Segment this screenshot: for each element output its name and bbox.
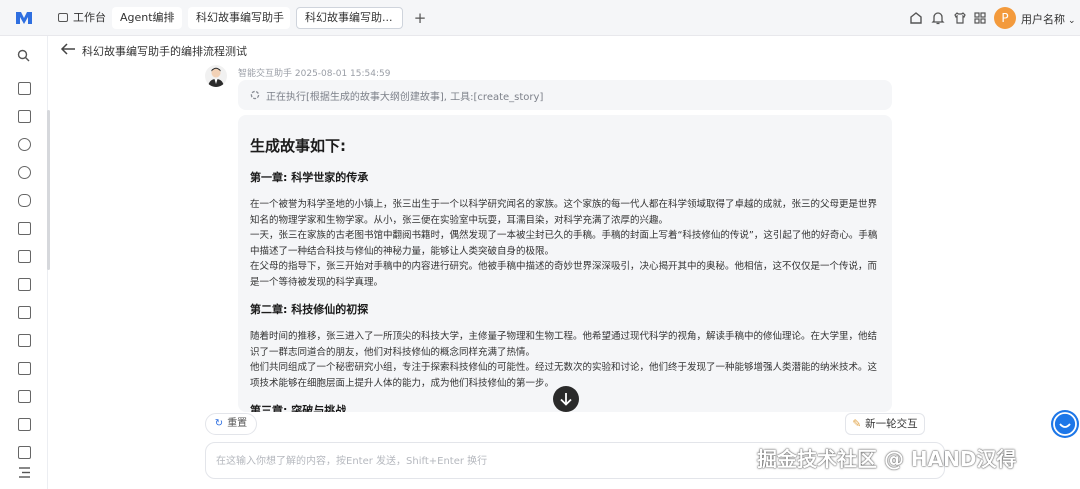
left-sidebar <box>0 36 50 489</box>
arrow-down-icon <box>560 393 572 406</box>
help-assistant-button[interactable] <box>1051 410 1079 438</box>
search-icon[interactable] <box>17 49 30 62</box>
shirt-icon[interactable] <box>952 10 968 26</box>
chapter-heading: 第二章: 科技修仙的初探 <box>250 303 369 316</box>
tab-story-assistant-test-label: 科幻故事编写助... <box>305 11 393 24</box>
chat-area: 智能交互助手 2025-08-01 15:54:59 正在执行[根据生成的故事大… <box>48 64 1080 489</box>
sidebar-item-calendar-icon[interactable] <box>18 110 31 123</box>
story-paragraph: 在一个被誉为科学圣地的小镇上，张三出生于一个以科学研究闻名的家族。这个家族的每一… <box>250 199 878 226</box>
execution-status-text: 正在执行[根据生成的故事大纲创建故事], 工具:[create_story] <box>266 92 544 103</box>
monitor-icon <box>58 13 68 22</box>
tab-agent-label: Agent编排 <box>120 11 175 24</box>
chat-input[interactable] <box>216 452 756 470</box>
sidebar-item-globe-icon[interactable] <box>18 166 31 179</box>
new-round-button[interactable]: ✎ 新一轮交互 <box>845 413 925 435</box>
app-logo-icon[interactable] <box>14 8 34 28</box>
sidebar-item-monitor-icon[interactable] <box>18 82 31 95</box>
chat-bubble-icon <box>1053 412 1077 436</box>
assistant-avatar-icon <box>208 67 224 87</box>
scroll-to-bottom-button[interactable] <box>553 386 579 412</box>
story-content: 生成故事如下: 第一章: 科学世家的传承 在一个被誉为科学圣地的小镇上，张三出生… <box>250 135 880 412</box>
user-name: 用户名称 <box>1021 13 1065 26</box>
sidebar-item-image-icon[interactable] <box>18 446 31 459</box>
sidebar-item-message-icon[interactable] <box>18 390 31 403</box>
execution-status-box: 正在执行[根据生成的故事大纲创建故事], 工具:[create_story] <box>238 80 892 110</box>
story-paragraph: 一天，张三在家族的古老图书馆中翻阅书籍时，偶然发现了一本被尘封已久的手稿。手稿的… <box>250 230 878 257</box>
reset-label: 重置 <box>227 418 248 429</box>
message-timestamp: 2025-08-01 15:54:59 <box>294 69 391 79</box>
sidebar-item-table-icon[interactable] <box>18 222 31 235</box>
sidebar-item-network-icon[interactable] <box>18 138 31 151</box>
collapse-menu-icon[interactable] <box>18 466 31 479</box>
tab-agent-orchestration[interactable]: Agent编排 <box>112 7 182 29</box>
story-title: 生成故事如下: <box>250 137 346 155</box>
sidebar-item-report-icon[interactable] <box>18 418 31 431</box>
refresh-icon: ↻ <box>214 418 224 429</box>
sender-name: 智能交互助手 <box>238 69 293 79</box>
arrow-left-icon[interactable] <box>60 42 76 56</box>
reset-button[interactable]: ↻ 重置 <box>205 413 257 435</box>
top-bar: 工作台 Agent编排 科幻故事编写助手 科幻故事编写助... + P 用户名称… <box>0 0 1080 36</box>
sidebar-item-folder-icon[interactable] <box>18 250 31 263</box>
page-title: 科幻故事编写助手的编排流程测试 <box>82 45 247 58</box>
tab-story-assistant[interactable]: 科幻故事编写助手 <box>188 7 290 29</box>
sidebar-item-database-icon[interactable] <box>18 306 31 319</box>
tab-workspace[interactable]: 工作台 <box>50 7 110 29</box>
new-chat-icon: ✎ <box>852 418 862 430</box>
chevron-down-icon: ⌄ <box>1068 16 1076 26</box>
grid-icon[interactable] <box>972 10 988 26</box>
story-paragraph: 随着时间的推移，张三进入了一所顶尖的科技大学，主修量子物理和生物工程。他希望通过… <box>250 331 878 358</box>
sidebar-item-settings-icon[interactable] <box>18 194 31 207</box>
new-round-label: 新一轮交互 <box>865 418 918 430</box>
story-message: 生成故事如下: 第一章: 科学世家的传承 在一个被誉为科学圣地的小镇上，张三出生… <box>238 115 892 412</box>
sidebar-item-document-icon[interactable] <box>18 362 31 375</box>
page-header: 科幻故事编写助手的编排流程测试 <box>48 36 1080 64</box>
bell-icon[interactable] <box>930 10 946 26</box>
message-meta: 智能交互助手 2025-08-01 15:54:59 <box>238 66 390 79</box>
add-tab-button[interactable]: + <box>410 7 430 29</box>
sidebar-item-archive-icon[interactable] <box>18 334 31 347</box>
user-avatar[interactable]: P <box>994 7 1016 29</box>
sidebar-item-chart-icon[interactable] <box>18 278 31 291</box>
tab-workspace-label: 工作台 <box>73 11 106 24</box>
story-paragraph: 在父母的指导下，张三开始对手稿中的内容进行研究。他被手稿中描述的奇妙世界深深吸引… <box>250 261 878 288</box>
user-menu[interactable]: 用户名称 ⌄ <box>1021 11 1076 27</box>
watermark: 掘金技术社区 @ HAND汉得 <box>757 447 1017 471</box>
tab-story-assistant-label: 科幻故事编写助手 <box>196 11 284 24</box>
chapter-heading: 第一章: 科学世家的传承 <box>250 171 369 184</box>
assistant-avatar <box>205 65 227 87</box>
tool-icon <box>250 90 260 100</box>
tab-story-assistant-test[interactable]: 科幻故事编写助... <box>296 7 403 29</box>
home-icon[interactable] <box>908 10 924 26</box>
